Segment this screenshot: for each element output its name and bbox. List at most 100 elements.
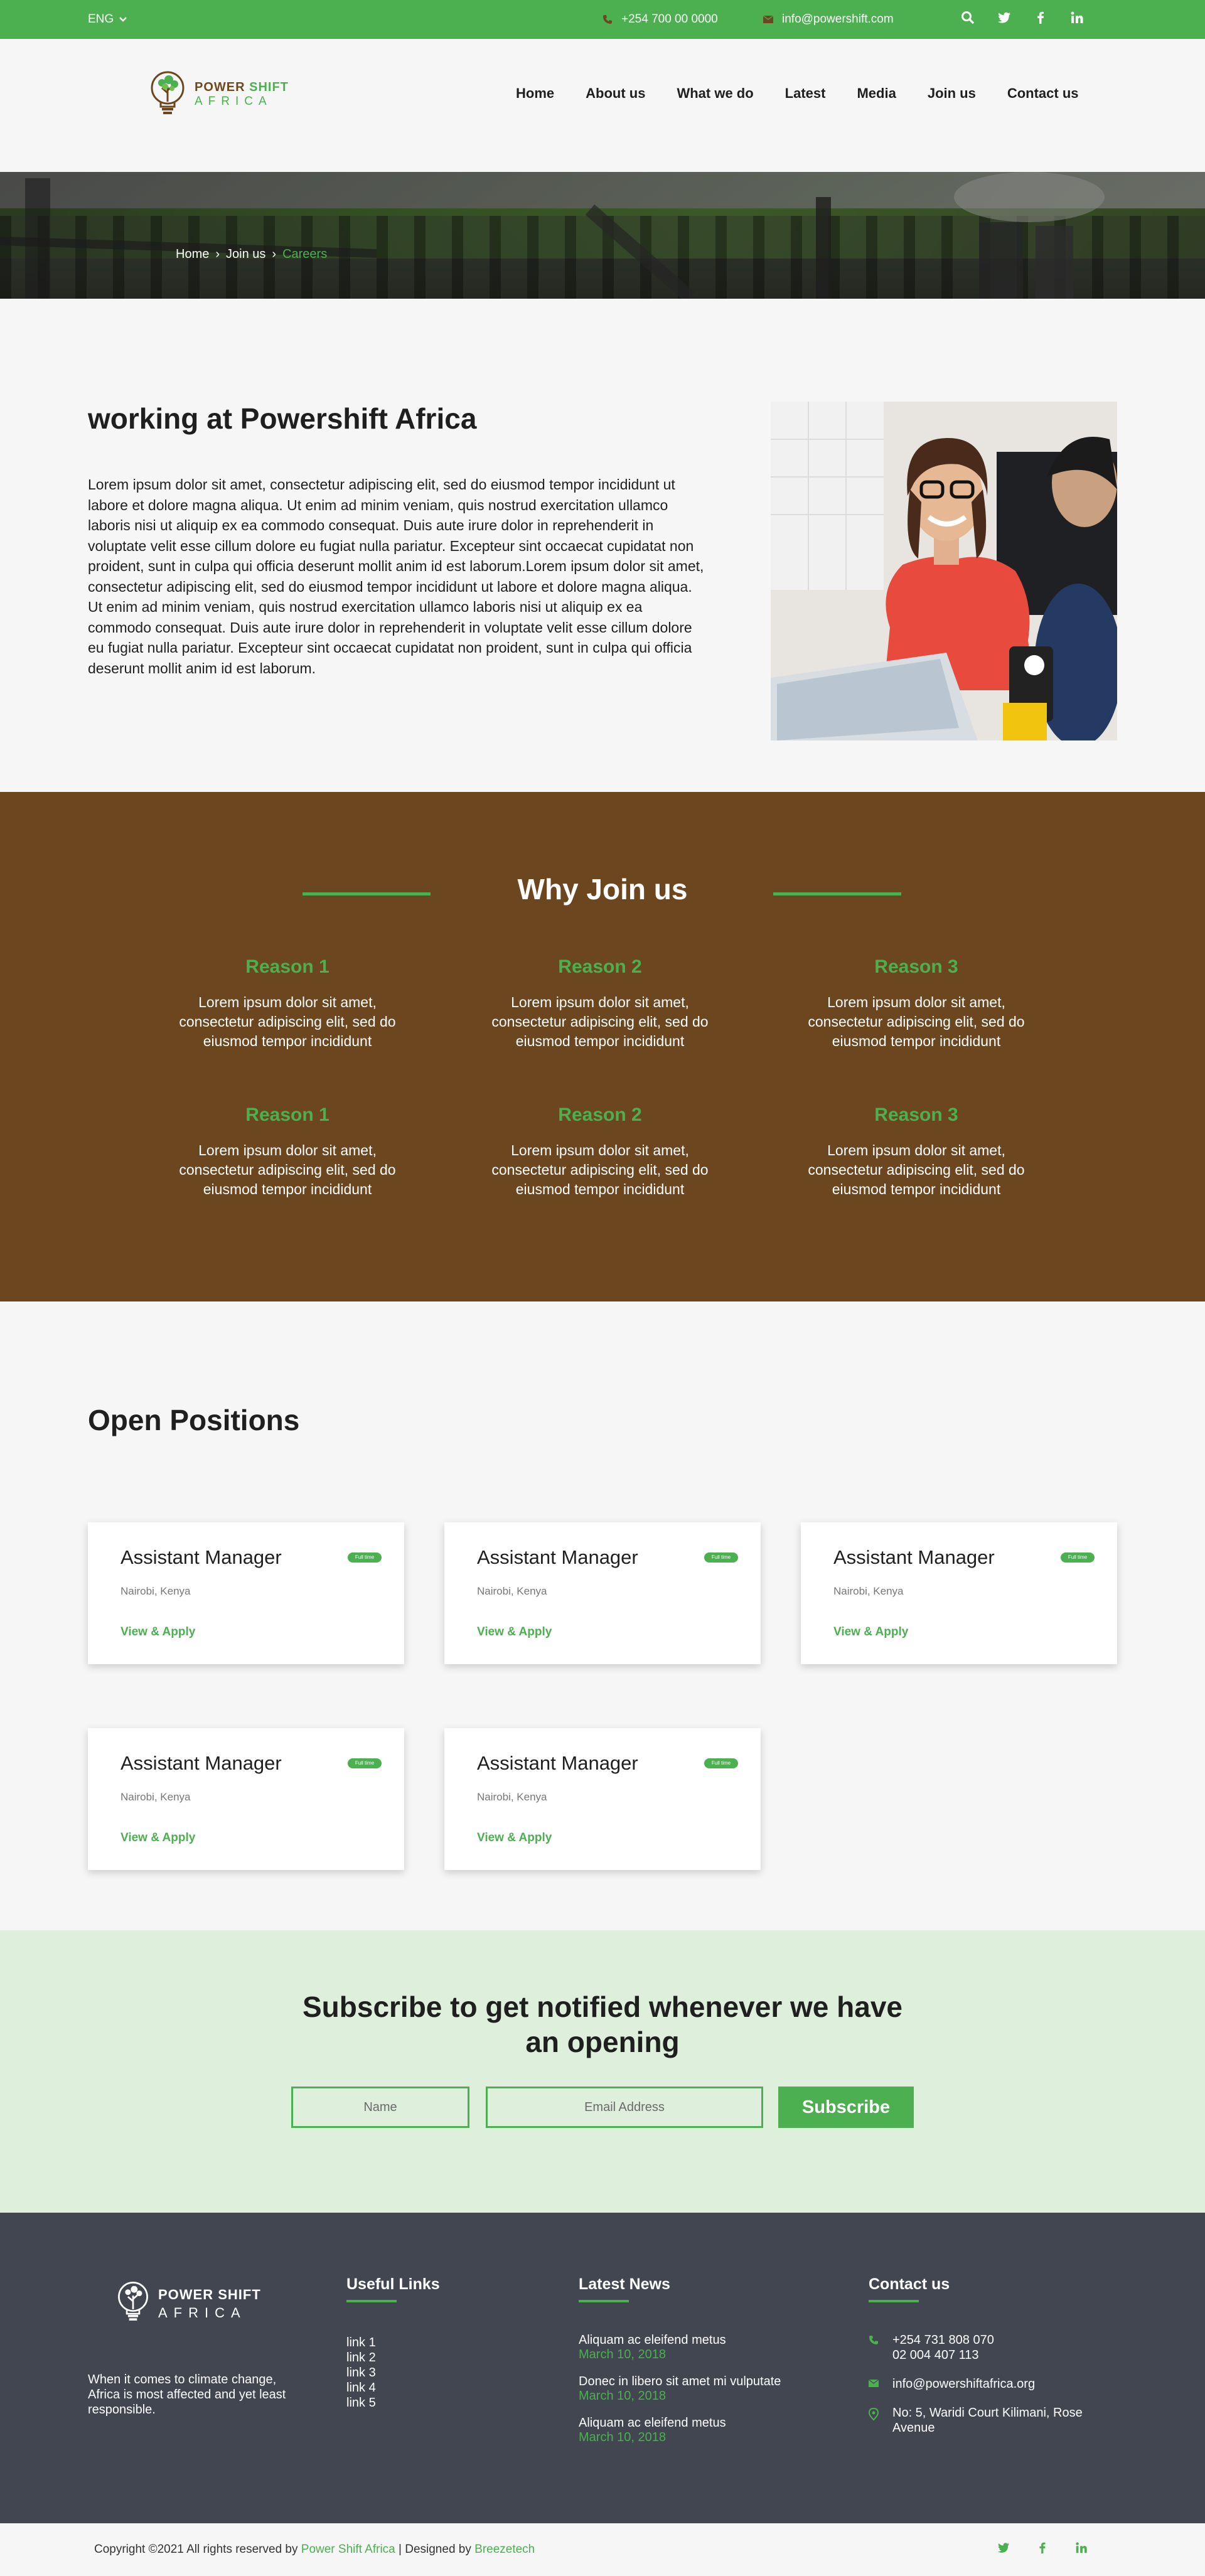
view-apply-link[interactable]: View & Apply bbox=[477, 1831, 552, 1845]
nav-home[interactable]: Home bbox=[516, 85, 554, 102]
search-icon[interactable] bbox=[960, 10, 975, 25]
chevron-down-icon bbox=[119, 16, 127, 23]
position-title: Assistant Manager bbox=[120, 1752, 282, 1774]
breadcrumb-separator: › bbox=[215, 247, 220, 261]
phone-icon bbox=[602, 14, 613, 24]
nav-what-we-do[interactable]: What we do bbox=[677, 85, 753, 102]
breadcrumb-home[interactable]: Home bbox=[176, 247, 209, 262]
topbar-email[interactable]: info@powershift.com bbox=[763, 13, 894, 26]
site-logo[interactable]: POWER SHIFT AFRICA bbox=[148, 69, 289, 119]
topbar-phone[interactable]: +254 700 00 0000 bbox=[602, 13, 718, 26]
footer-link[interactable]: link 1 bbox=[346, 2335, 440, 2350]
facebook-icon[interactable] bbox=[1033, 10, 1048, 25]
subscribe-button[interactable]: Subscribe bbox=[778, 2087, 914, 2128]
contact-address: No: 5, Waridi Court Kilimani, Rose Avenu… bbox=[892, 2406, 1083, 2435]
job-type-badge: Full time bbox=[348, 1553, 382, 1563]
useful-links-column: Useful Links link 1 link 2 link 3 link 4… bbox=[346, 2275, 440, 2410]
topbar-email-text: info@powershift.com bbox=[782, 13, 894, 26]
contact-email-row[interactable]: info@powershiftafrica.org bbox=[868, 2376, 1107, 2392]
position-title: Assistant Manager bbox=[120, 1546, 282, 1568]
heading-underline bbox=[869, 2300, 919, 2302]
why-join-section: Why Join us Reason 1 Lorem ipsum dolor s… bbox=[0, 792, 1205, 1301]
designer-link[interactable]: Breezetech bbox=[474, 2543, 535, 2556]
logo-word-power: POWER bbox=[195, 80, 245, 94]
positions-title: Open Positions bbox=[88, 1404, 300, 1436]
reason-text: Lorem ipsum dolor sit amet, consectetur … bbox=[491, 994, 709, 1049]
linkedin-icon[interactable] bbox=[1069, 10, 1084, 25]
reason-title: Reason 3 bbox=[874, 1104, 958, 1125]
footer-link[interactable]: link 5 bbox=[346, 2395, 440, 2410]
view-apply-link[interactable]: View & Apply bbox=[120, 1625, 195, 1639]
view-apply-link[interactable]: View & Apply bbox=[477, 1625, 552, 1639]
twitter-icon[interactable] bbox=[997, 2541, 1010, 2558]
subscribe-title-line1: Subscribe to get notified whenever we ha… bbox=[302, 1991, 902, 2023]
footer-link[interactable]: link 3 bbox=[346, 2365, 440, 2380]
heading-underline bbox=[579, 2300, 629, 2302]
reason-item: Reason 2 Lorem ipsum dolor sit amet, con… bbox=[474, 1104, 726, 1199]
subscribe-title: Subscribe to get notified whenever we ha… bbox=[0, 1989, 1205, 2060]
position-card[interactable]: Assistant Manager Full time Nairobi, Ken… bbox=[88, 1522, 404, 1664]
twitter-icon[interactable] bbox=[997, 10, 1012, 25]
reason-title: Reason 1 bbox=[245, 1104, 329, 1125]
news-title: Aliquam ac eleifend metus bbox=[579, 2416, 726, 2430]
nav-contact-us[interactable]: Contact us bbox=[1007, 85, 1079, 102]
email-field[interactable] bbox=[486, 2087, 763, 2128]
position-card[interactable]: Assistant Manager Full time Nairobi, Ken… bbox=[801, 1522, 1117, 1664]
nav-join-us[interactable]: Join us bbox=[928, 85, 976, 102]
reason-text: Lorem ipsum dolor sit amet, consectetur … bbox=[179, 994, 396, 1049]
footer-tagline: When it comes to climate change, Africa … bbox=[88, 2373, 286, 2417]
footer-logo-line1: POWER SHIFT bbox=[158, 2287, 261, 2302]
reason-text: Lorem ipsum dolor sit amet, consectetur … bbox=[179, 1142, 396, 1197]
nav-about-us[interactable]: About us bbox=[586, 85, 645, 102]
reason-title: Reason 3 bbox=[874, 956, 958, 977]
nav-media[interactable]: Media bbox=[857, 85, 896, 102]
news-date: March 10, 2018 bbox=[579, 2389, 666, 2403]
position-card[interactable]: Assistant Manager Full time Nairobi, Ken… bbox=[88, 1728, 404, 1870]
facebook-icon[interactable] bbox=[1036, 2541, 1049, 2558]
nav-latest[interactable]: Latest bbox=[785, 85, 826, 102]
page-banner: Home › Join us › Careers bbox=[0, 172, 1205, 299]
name-field[interactable] bbox=[291, 2087, 469, 2128]
linkedin-icon[interactable] bbox=[1074, 2541, 1088, 2558]
why-title: Why Join us bbox=[517, 873, 688, 906]
position-card[interactable]: Assistant Manager Full time Nairobi, Ken… bbox=[444, 1522, 761, 1664]
news-item[interactable]: Aliquam ac eleifend metus March 10, 2018 bbox=[579, 2333, 830, 2361]
logo-text: POWER SHIFT AFRICA bbox=[195, 81, 289, 107]
reason-title: Reason 1 bbox=[245, 956, 329, 977]
why-divider-right bbox=[773, 892, 901, 895]
footer-logo[interactable]: POWER SHIFT AFRICA bbox=[115, 2279, 261, 2329]
job-type-badge: Full time bbox=[348, 1758, 382, 1768]
contact-column: Contact us +254 731 808 070 02 004 407 1… bbox=[868, 2275, 1107, 2449]
position-card[interactable]: Assistant Manager Full time Nairobi, Ken… bbox=[444, 1728, 761, 1870]
brand-link[interactable]: Power Shift Africa bbox=[301, 2543, 395, 2556]
site-footer: POWER SHIFT AFRICA When it comes to clim… bbox=[0, 2213, 1205, 2523]
news-item[interactable]: Aliquam ac eleifend metus March 10, 2018 bbox=[579, 2415, 830, 2444]
lightbulb-tree-icon bbox=[148, 69, 187, 119]
latest-news-title: Latest News bbox=[579, 2275, 670, 2293]
reason-title: Reason 2 bbox=[558, 956, 642, 977]
heading-underline bbox=[346, 2300, 397, 2302]
view-apply-link[interactable]: View & Apply bbox=[833, 1625, 908, 1639]
reason-item: Reason 3 Lorem ipsum dolor sit amet, con… bbox=[791, 1104, 1042, 1199]
contact-phone-2: 02 004 407 113 bbox=[892, 2348, 979, 2362]
position-location: Nairobi, Kenya bbox=[477, 1585, 547, 1597]
topbar-phone-text: +254 700 00 0000 bbox=[621, 13, 718, 26]
job-type-badge: Full time bbox=[704, 1553, 738, 1563]
breadcrumb-join-us[interactable]: Join us bbox=[226, 247, 265, 262]
position-title: Assistant Manager bbox=[477, 1546, 638, 1568]
working-body: Lorem ipsum dolor sit amet, consectetur … bbox=[88, 476, 704, 676]
logo-word-shift: SHIFT bbox=[249, 80, 289, 94]
woman-smiling-photo bbox=[771, 402, 1117, 740]
contact-phone-row[interactable]: +254 731 808 070 02 004 407 113 bbox=[869, 2333, 1107, 2363]
footer-link[interactable]: link 4 bbox=[346, 2380, 440, 2395]
news-item[interactable]: Donec in libero sit amet mi vulputate Ma… bbox=[579, 2374, 830, 2403]
view-apply-link[interactable]: View & Apply bbox=[120, 1831, 195, 1845]
working-title: working at Powershift Africa bbox=[88, 402, 477, 435]
reason-item: Reason 2 Lorem ipsum dolor sit amet, con… bbox=[474, 956, 726, 1051]
copyright-prefix: Copyright ©2021 All rights reserved by bbox=[94, 2543, 298, 2556]
reason-item: Reason 1 Lorem ipsum dolor sit amet, con… bbox=[162, 956, 413, 1051]
position-location: Nairobi, Kenya bbox=[120, 1585, 191, 1597]
subscribe-section: Subscribe to get notified whenever we ha… bbox=[0, 1930, 1205, 2213]
footer-link[interactable]: link 2 bbox=[346, 2350, 440, 2365]
language-selector[interactable]: ENG bbox=[88, 13, 127, 26]
